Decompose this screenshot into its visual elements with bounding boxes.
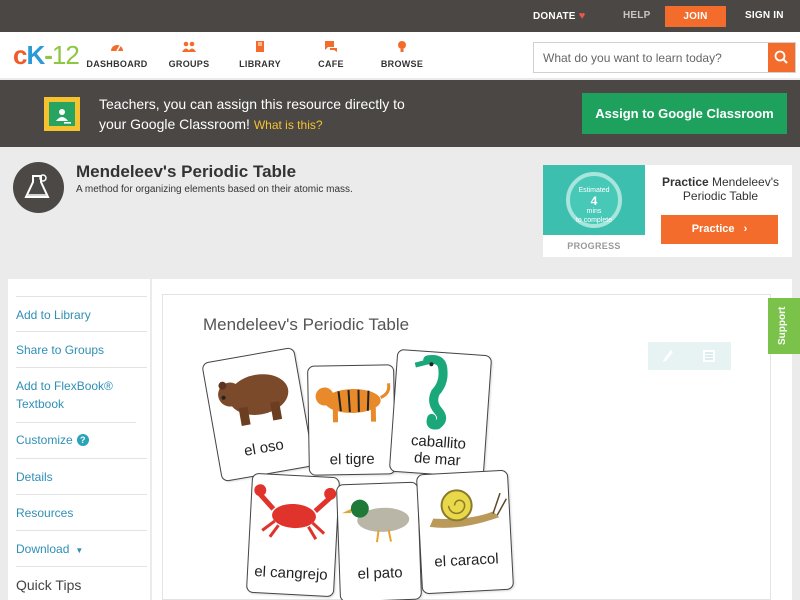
main-content: Mendeleev's Periodic Table el oso el tig… — [152, 279, 792, 600]
practice-description: Practice Mendeleev's Periodic Table — [653, 175, 788, 203]
help-icon[interactable]: ? — [76, 434, 89, 446]
sidebar-item-label: Share to Groups — [16, 343, 105, 357]
pencil-icon[interactable] — [662, 349, 674, 363]
card-word: el tigre — [329, 450, 375, 469]
seahorse-illustration — [414, 355, 448, 430]
snail-illustration — [429, 489, 507, 528]
sidebar-item-label: Customize — [16, 433, 73, 447]
page-subtitle: A method for organizing elements based o… — [76, 184, 353, 195]
nav-dashboard-label: DASHBOARD — [86, 59, 148, 69]
quick-tips-heading: Quick Tips — [16, 577, 82, 593]
duck-illustration — [341, 499, 410, 543]
practice-progress-image: Estimated 4 mins to complete — [543, 165, 645, 235]
practice-card: Estimated 4 mins to complete PROGRESS Pr… — [543, 165, 792, 257]
practice-button[interactable]: Practice › — [661, 215, 778, 244]
card-word: el caracol — [433, 550, 499, 571]
join-button[interactable]: JOIN — [665, 6, 726, 27]
caret-down-icon: ▼ — [75, 546, 84, 555]
sidebar: Add to Library Share to Groups Add to Fl… — [8, 279, 150, 600]
banner-message: Teachers, you can assign this resource d… — [99, 94, 459, 135]
card-bear: el oso — [201, 346, 315, 483]
nav-cafe[interactable]: CAFE — [296, 40, 366, 69]
nav-browse-label: BROWSE — [380, 59, 424, 69]
nav-cafe-label: CAFE — [318, 59, 344, 69]
estimated-label: Estimated — [578, 187, 610, 194]
banner-line-1: Teachers, you can assign this resource d… — [99, 96, 405, 112]
logo-number: 12 — [51, 40, 80, 70]
donate-label: DONATE — [533, 11, 576, 22]
cafe-icon — [325, 41, 337, 52]
crab-illustration — [254, 484, 337, 540]
banner-line-2: your Google Classroom! — [99, 116, 250, 132]
practice-prefix: Practice — [661, 175, 709, 189]
support-tab[interactable]: Support — [768, 298, 800, 354]
ck12-logo[interactable]: cK-12 — [13, 40, 80, 70]
search-input[interactable] — [534, 43, 768, 72]
card-word: el pato — [357, 564, 403, 583]
sidebar-item-add-to-library[interactable]: Add to Library — [16, 296, 147, 332]
nav-groups[interactable]: GROUPS — [154, 40, 224, 69]
tiger-illustration — [315, 383, 391, 423]
search-box — [533, 42, 796, 73]
sidebar-item-label: Add to FlexBook® Textbook — [16, 379, 113, 411]
what-is-this-link[interactable]: What is this? — [254, 118, 323, 132]
top-utility-bar: DONATE ♥ HELP JOIN SIGN IN — [0, 0, 800, 32]
practice-button-label: Practice — [691, 223, 735, 235]
help-link[interactable]: HELP — [623, 0, 650, 32]
search-icon — [774, 50, 788, 64]
chemistry-flask-icon — [13, 162, 64, 213]
nav-library[interactable]: LIBRARY — [225, 40, 295, 69]
sidebar-item-details[interactable]: Details — [16, 459, 147, 495]
progress-label: PROGRESS — [567, 241, 621, 251]
notes-icon[interactable] — [702, 349, 716, 363]
sidebar-item-label: Download — [16, 542, 70, 556]
sidebar-item-share-to-groups[interactable]: Share to Groups — [16, 332, 147, 368]
main-nav: cK-12 DASHBOARD GROUPS LIBRARY CAFE BROW… — [0, 32, 800, 78]
content-title: Mendeleev's Periodic Table — [203, 315, 410, 334]
card-duck: el pato — [335, 481, 423, 600]
chevron-right-icon: › — [743, 223, 748, 235]
sidebar-item-download[interactable]: Download ▼ — [16, 531, 147, 567]
sign-in-link[interactable]: SIGN IN — [745, 0, 784, 32]
bear-illustration — [218, 374, 289, 426]
to-complete-label: to complete — [575, 217, 613, 224]
sidebar-item-label: Details — [16, 470, 53, 484]
google-classroom-icon — [44, 97, 80, 131]
logo-k: K — [26, 40, 45, 70]
sidebar-item-resources[interactable]: Resources — [16, 495, 147, 531]
logo-c: c — [13, 40, 28, 70]
estimated-time-circle: Estimated 4 mins to complete — [566, 172, 622, 228]
sidebar-item-label: Resources — [16, 506, 74, 520]
assign-to-google-classroom-button[interactable]: Assign to Google Classroom — [582, 93, 787, 134]
content-frame: Mendeleev's Periodic Table el oso el tig… — [162, 294, 771, 600]
support-label: Support — [777, 306, 788, 345]
card-seahorse: caballito de mar — [388, 348, 493, 479]
logo-dash: - — [44, 40, 53, 70]
dashboard-icon — [111, 45, 123, 52]
nav-browse[interactable]: BROWSE — [367, 40, 437, 69]
card-snail: el caracol — [415, 469, 515, 595]
nav-dashboard[interactable]: DASHBOARD — [82, 40, 152, 69]
card-crab: el cangrejo — [245, 472, 341, 598]
heart-icon: ♥ — [578, 10, 586, 22]
minutes-label: mins — [586, 208, 602, 215]
search-button[interactable] — [768, 43, 795, 72]
card-tiger: el tigre — [307, 364, 396, 476]
sidebar-item-add-to-flexbook[interactable]: Add to FlexBook® Textbook — [16, 368, 136, 423]
google-classroom-banner: Teachers, you can assign this resource d… — [0, 80, 800, 147]
nav-groups-label: GROUPS — [168, 59, 210, 69]
estimated-minutes: 4 — [590, 194, 598, 208]
sidebar-item-customize[interactable]: Customize? — [16, 423, 147, 459]
groups-icon — [182, 41, 196, 52]
nav-library-label: LIBRARY — [239, 59, 281, 69]
library-icon — [256, 41, 264, 52]
sidebar-item-label: Add to Library — [16, 308, 91, 322]
content-tools — [648, 342, 731, 370]
page-title: Mendeleev's Periodic Table — [76, 162, 297, 181]
donate-link[interactable]: DONATE ♥ — [533, 0, 585, 32]
browse-icon — [398, 41, 406, 52]
card-word: el cangrejo — [253, 563, 329, 584]
